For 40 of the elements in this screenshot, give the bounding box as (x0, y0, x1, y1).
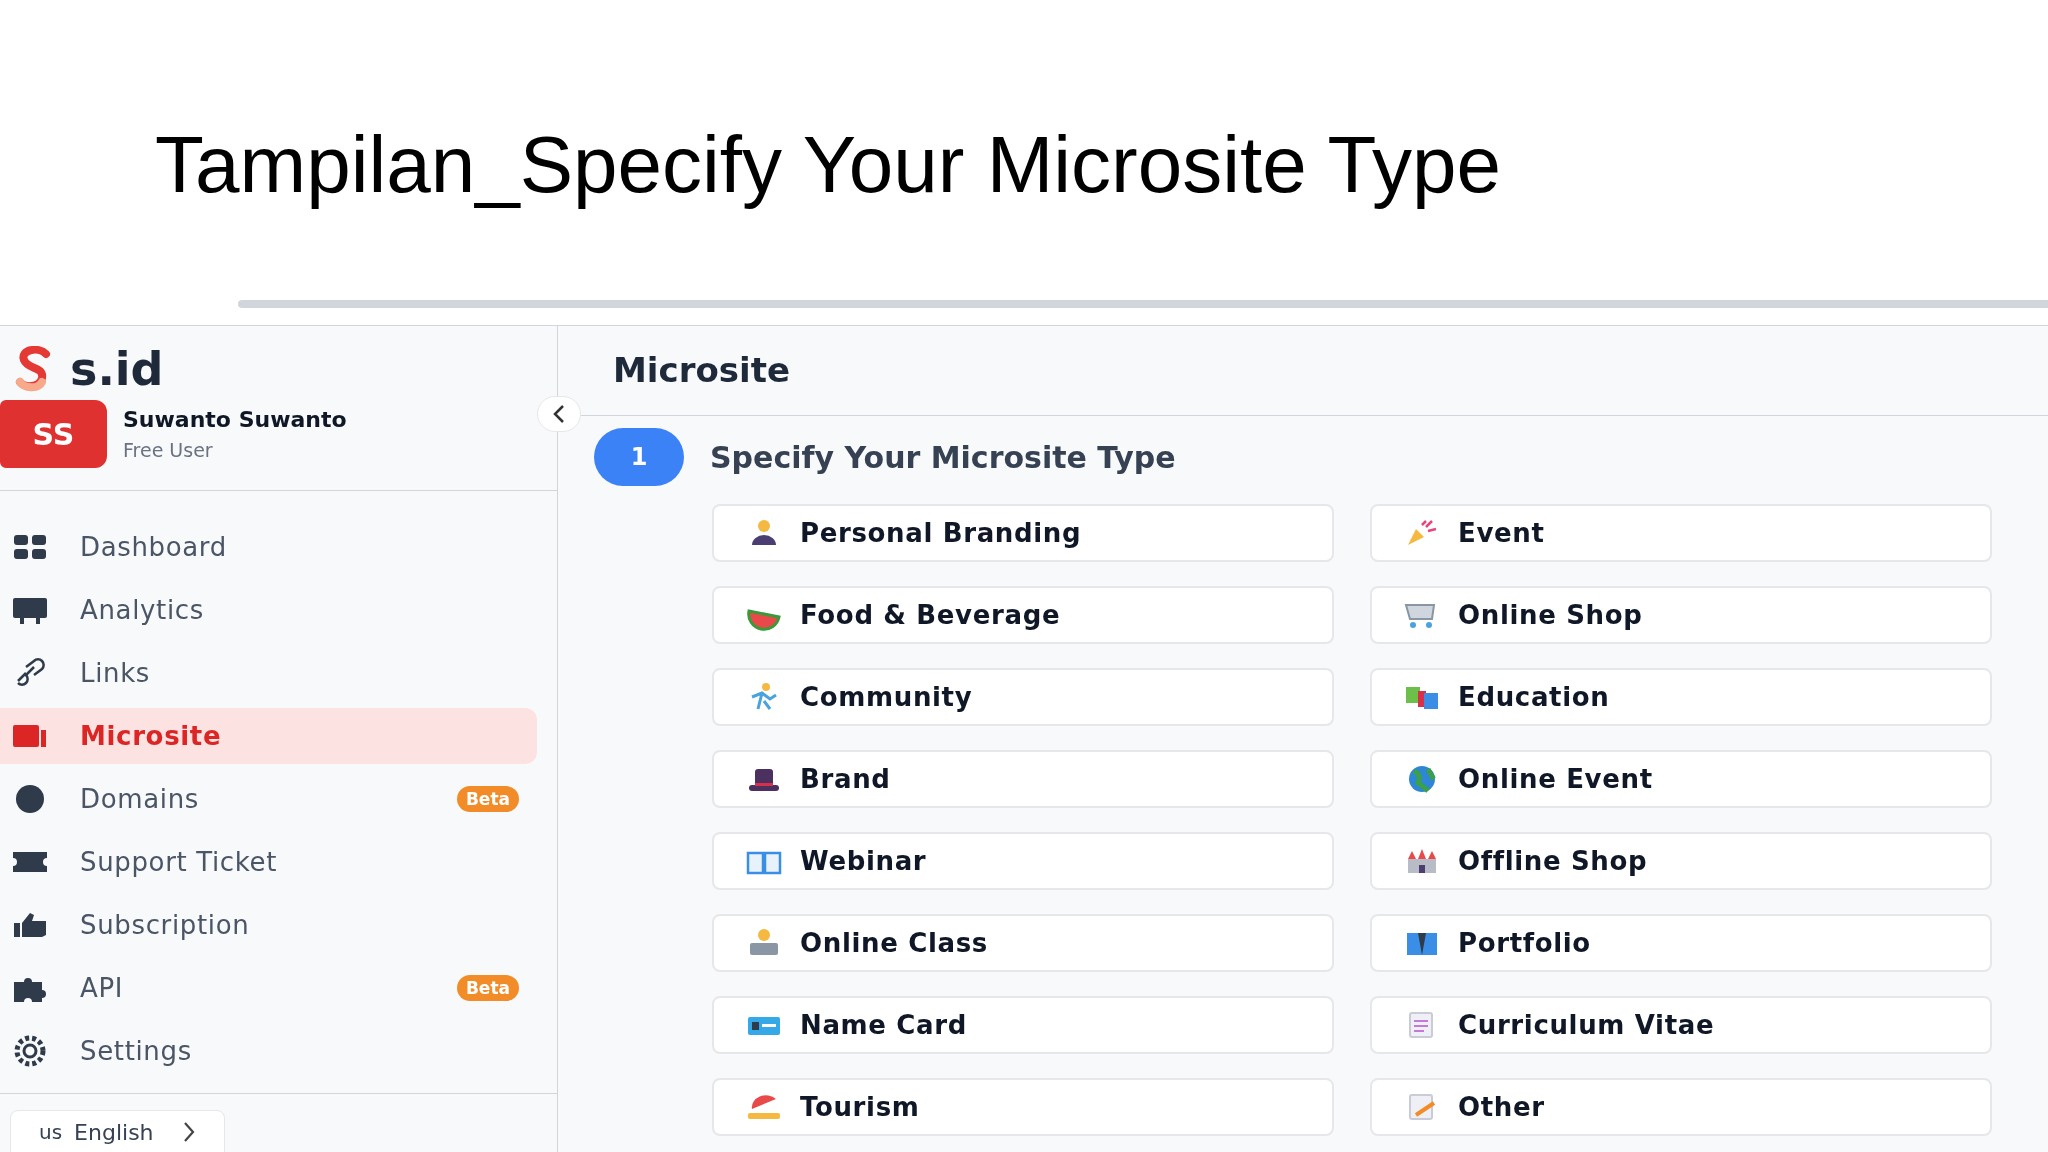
avatar: SS (0, 400, 107, 468)
microsite-type-option[interactable]: Food & Beverage (712, 586, 1334, 644)
nav-item[interactable]: Support Ticket (0, 834, 537, 890)
microsite-type-option[interactable]: Personal Branding (712, 504, 1334, 562)
step-title: Specify Your Microsite Type (710, 438, 1176, 477)
nav-item[interactable]: Links (0, 645, 537, 701)
microsite-type-option[interactable]: Other (1370, 1078, 1992, 1136)
chevron-right-icon (181, 1121, 196, 1143)
logo-text: s.id (70, 346, 164, 392)
nav-item[interactable]: Microsite (0, 708, 537, 764)
microsite-type-option[interactable]: Portfolio (1370, 914, 1992, 972)
microsite-type-option[interactable]: Curriculum Vitae (1370, 996, 1992, 1054)
language-button[interactable]: us English (10, 1110, 225, 1152)
chevron-left-icon (552, 404, 566, 424)
microsite-type-option[interactable]: Online Class (712, 914, 1334, 972)
nav-item[interactable]: Subscription (0, 897, 537, 953)
step-number: 1 (594, 428, 684, 486)
beta-badge: Beta (456, 975, 519, 1001)
flag-label: us (39, 1119, 63, 1146)
collapse-button[interactable] (537, 396, 581, 432)
microsite-type-option[interactable]: Brand (712, 750, 1334, 808)
nav-item[interactable]: Domains Beta (0, 771, 537, 827)
gear-icon (12, 1035, 48, 1067)
beta-badge: Beta (456, 786, 519, 812)
microsite-type-option[interactable]: Name Card (712, 996, 1334, 1054)
nav-item[interactable]: Analytics (0, 582, 537, 638)
page-heading: Microsite (613, 349, 790, 392)
user-plan: Free User (123, 438, 214, 464)
microsite-type-option[interactable]: Education (1370, 668, 1992, 726)
microsite-type-option[interactable]: Online Event (1370, 750, 1992, 808)
nav-item[interactable]: API Beta (0, 960, 537, 1016)
microsite-type-option[interactable]: Community (712, 668, 1334, 726)
microsite-type-option[interactable]: Online Shop (1370, 586, 1992, 644)
microsite-type-option[interactable]: Event (1370, 504, 1992, 562)
microsite-type-option[interactable]: Offline Shop (1370, 832, 1992, 890)
nav-item[interactable]: Dashboard (0, 519, 537, 575)
user-name: Suwanto Suwanto (123, 406, 347, 435)
microsite-type-option[interactable]: Webinar (712, 832, 1334, 890)
microsite-type-option[interactable]: Tourism (712, 1078, 1334, 1136)
nav-item[interactable]: Settings (0, 1023, 537, 1079)
